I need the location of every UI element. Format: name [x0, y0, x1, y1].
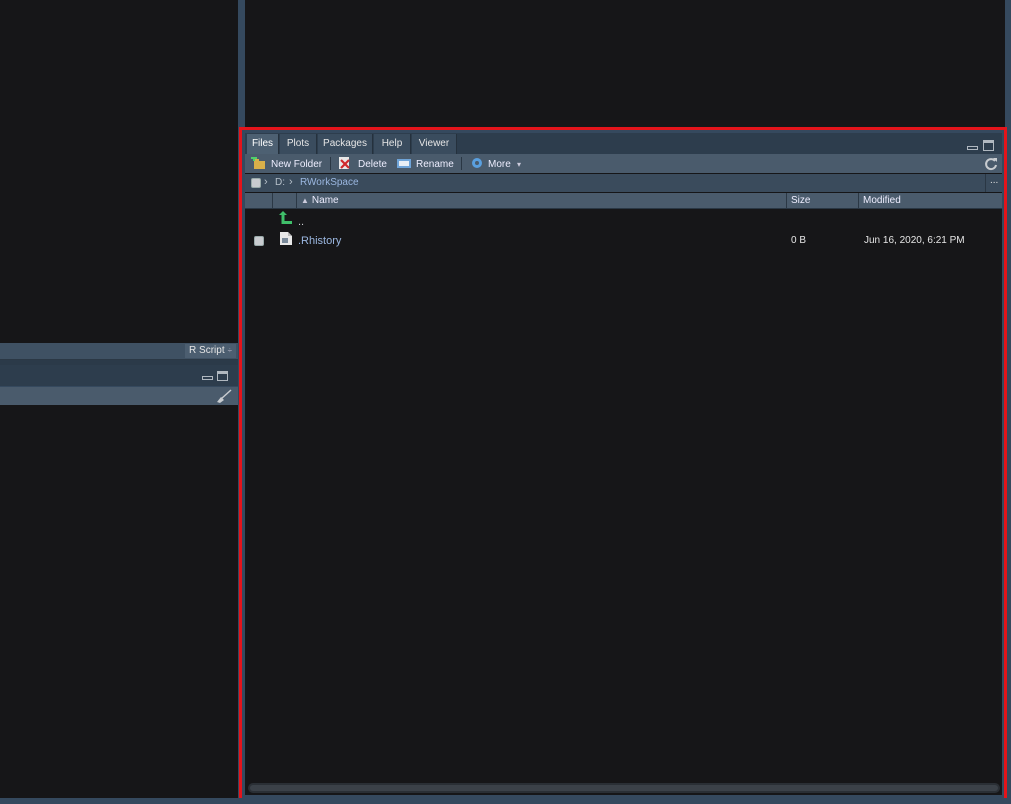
source-editor-area[interactable] — [0, 0, 238, 343]
broom-icon[interactable] — [216, 389, 232, 403]
chevron-updown-icon: ÷ — [227, 346, 232, 355]
maximize-icon[interactable] — [217, 371, 228, 381]
source-status-bar: R Script ÷ — [0, 343, 238, 360]
highlight-frame — [239, 127, 1007, 803]
file-type-label: R Script — [189, 345, 225, 356]
environment-pane-area — [245, 0, 1005, 127]
bottom-border — [0, 798, 1011, 804]
console-tab-bar — [0, 365, 238, 386]
console-toolbar — [0, 387, 238, 405]
minimize-icon[interactable] — [202, 376, 213, 380]
file-type-selector[interactable]: R Script ÷ — [185, 344, 236, 358]
console-area[interactable] — [0, 405, 238, 798]
